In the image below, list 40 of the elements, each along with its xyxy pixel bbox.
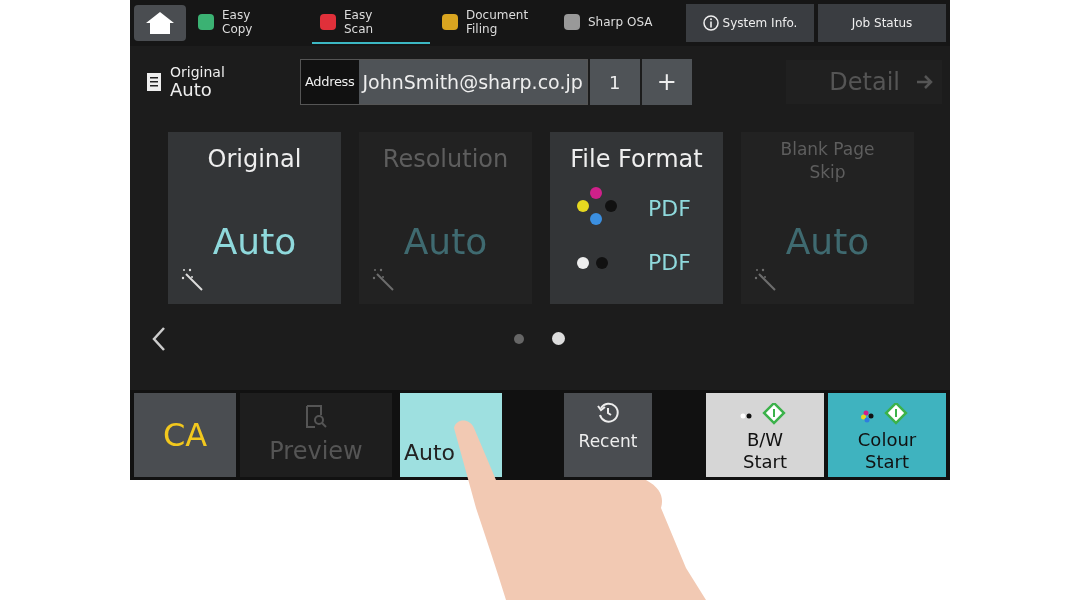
system-info-button[interactable]: System Info. <box>686 4 814 42</box>
copy-count: 1 <box>589 59 640 105</box>
info-icon <box>702 15 719 31</box>
address-field[interactable]: Address JohnSmith@sharp.co.jp <box>300 59 588 105</box>
card-title: Resolution <box>381 144 510 174</box>
app-icon <box>564 14 580 30</box>
app-tab[interactable]: Easy Copy <box>190 2 308 44</box>
address-label: Address <box>301 60 359 104</box>
colour-start-button[interactable]: Colour Start <box>828 393 946 477</box>
card-title: File Format <box>569 144 704 174</box>
folder-icon <box>442 14 458 30</box>
card-value: Auto <box>212 222 297 262</box>
mode-value: Auto <box>170 80 212 100</box>
card-value: Auto <box>785 222 870 262</box>
app-tab[interactable]: Sharp OSA <box>556 2 661 44</box>
job-status-button[interactable]: Job Status <box>818 4 946 42</box>
home-button[interactable] <box>134 5 186 41</box>
card-title: Original <box>206 144 303 174</box>
setting-card[interactable]: File Format PDF PDF <box>550 132 723 304</box>
address-value: JohnSmith@sharp.co.jp <box>358 60 587 104</box>
mono-format-value: PDF <box>648 249 691 277</box>
card-title: Blank Page Skip <box>779 138 876 184</box>
app-icon <box>320 14 336 30</box>
clear-all-button[interactable]: CA <box>134 393 236 477</box>
bw-start-button[interactable]: B/W Start <box>706 393 824 477</box>
app-tab[interactable]: Document Filing <box>434 2 552 44</box>
arrow-icon <box>916 74 934 90</box>
app-icon <box>198 14 214 30</box>
recent-button[interactable]: Recent <box>564 393 652 477</box>
mode-label: Original <box>170 64 226 80</box>
magnifier-page-icon <box>305 405 327 429</box>
chevron-left-icon[interactable] <box>152 326 166 352</box>
setting-card[interactable]: Original Auto <box>168 132 341 304</box>
colour-format-value: PDF <box>648 194 691 223</box>
card-value: Auto <box>403 222 488 262</box>
home-icon <box>145 11 175 35</box>
app-tab[interactable]: Easy Scan <box>312 2 430 44</box>
document-icon <box>146 72 162 92</box>
add-button[interactable]: + <box>641 59 692 105</box>
history-icon <box>596 401 620 425</box>
